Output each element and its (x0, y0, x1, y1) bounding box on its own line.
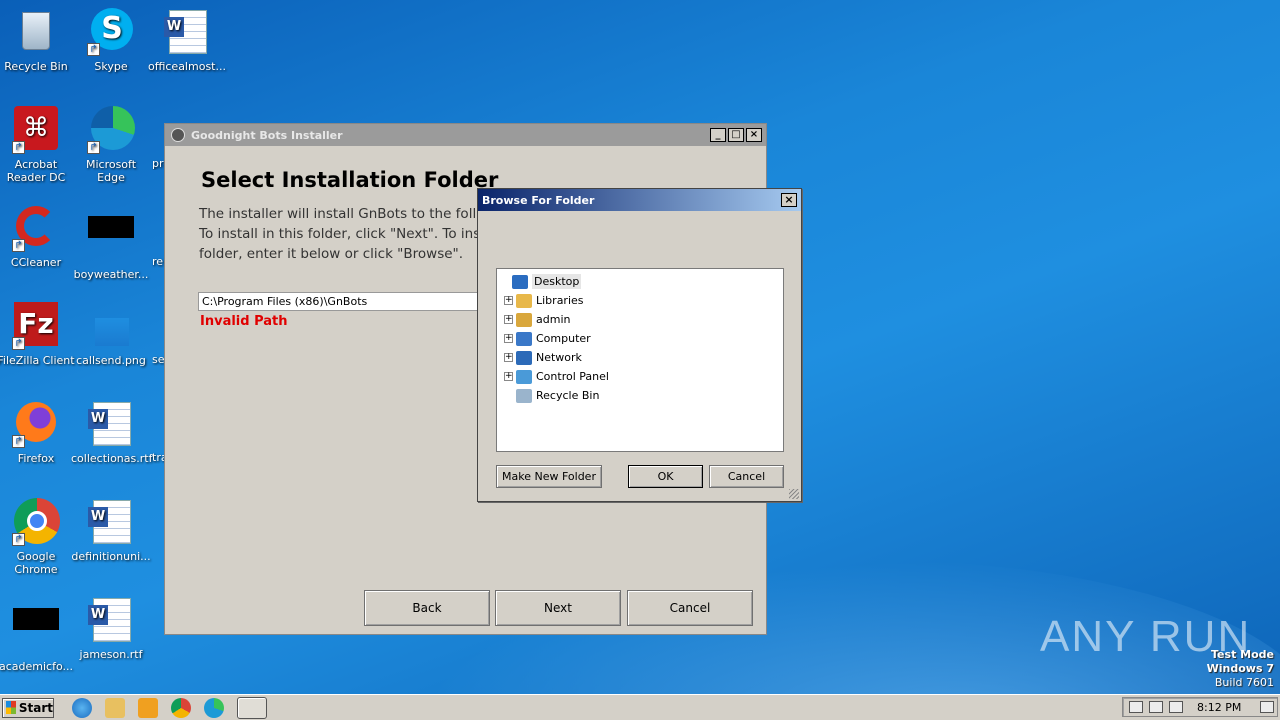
desktop-icon-recycle-bin[interactable]: Recycle Bin (0, 8, 76, 73)
word-document-icon: W (87, 400, 135, 448)
tree-item-libraries[interactable]: + Libraries (497, 291, 783, 310)
installer-titlebar[interactable]: Goodnight Bots Installer _ □ × (165, 124, 766, 146)
browse-titlebar[interactable]: Browse For Folder × (478, 189, 801, 211)
network-tray-icon[interactable] (1149, 701, 1163, 713)
desktop-icon-chrome[interactable]: ↱ Google Chrome (0, 498, 76, 576)
edge-icon: ↱ (87, 106, 135, 154)
desktop-icon-skype[interactable]: S ↱ Skype (71, 8, 151, 73)
black-thumbnail-icon (87, 216, 135, 264)
network-icon (516, 350, 532, 365)
firefox-icon: ↱ (12, 400, 60, 448)
volume-icon[interactable] (1129, 701, 1143, 713)
show-desktop-icon[interactable] (1260, 701, 1274, 713)
filezilla-icon: Fz ↱ (12, 302, 60, 350)
computer-icon (516, 331, 532, 346)
desktop-icon-acrobat[interactable]: ⌘ ↱ Acrobat Reader DC (0, 106, 76, 184)
folder-tree[interactable]: Desktop + Libraries + admin + Computer +… (496, 268, 784, 452)
expand-toggle[interactable]: + (504, 296, 513, 305)
expand-toggle[interactable]: + (504, 372, 513, 381)
control-panel-icon (516, 369, 532, 384)
taskbar: Start 8:12 PM (0, 694, 1280, 720)
browse-title: Browse For Folder (482, 193, 595, 207)
expand-toggle[interactable]: + (504, 334, 513, 343)
browse-close-button[interactable]: × (781, 193, 797, 207)
system-tray: 8:12 PM (1122, 697, 1278, 717)
chrome-icon: ↱ (12, 498, 60, 546)
desktop-icon-firefox[interactable]: ↱ Firefox (0, 400, 76, 465)
word-document-icon: W (87, 596, 135, 644)
next-button[interactable]: Next (495, 590, 621, 626)
windows-logo-icon (6, 701, 16, 714)
clock[interactable]: 8:12 PM (1197, 701, 1241, 714)
tree-item-admin[interactable]: + admin (497, 310, 783, 329)
desktop-icon-officealmost[interactable]: W officealmost... (147, 8, 227, 73)
tree-item-control-panel[interactable]: + Control Panel (497, 367, 783, 386)
expand-toggle[interactable]: + (504, 315, 513, 324)
desktop-icon-boyweather[interactable]: boyweather... (71, 204, 151, 281)
browse-cancel-button[interactable]: Cancel (709, 465, 784, 488)
chrome-taskbar-icon[interactable] (171, 697, 191, 718)
libraries-icon (516, 293, 532, 308)
explorer-taskbar-icon[interactable] (105, 697, 125, 718)
action-center-flag-icon[interactable] (1169, 701, 1183, 713)
start-button[interactable]: Start (2, 697, 54, 718)
install-path-input[interactable] (198, 292, 518, 311)
make-new-folder-button[interactable]: Make New Folder (496, 465, 602, 488)
installer-taskbar-button[interactable] (237, 696, 267, 719)
tree-item-computer[interactable]: + Computer (497, 329, 783, 348)
minimize-button[interactable]: _ (710, 128, 726, 142)
installer-title: Goodnight Bots Installer (191, 128, 343, 142)
recycle-bin-icon (12, 8, 60, 56)
cancel-button[interactable]: Cancel (627, 590, 753, 626)
desktop-icon-ccleaner[interactable]: ↱ CCleaner (0, 204, 76, 269)
resize-grip[interactable] (789, 489, 799, 499)
desktop-icon-collectionas[interactable]: W collectionas.rtf (71, 400, 152, 465)
invalid-path-error: Invalid Path (200, 314, 288, 329)
page-title: Select Installation Folder (201, 168, 499, 192)
ok-button[interactable]: OK (628, 465, 703, 488)
black-thumbnail-icon (12, 608, 60, 656)
recycle-bin-icon (516, 388, 532, 403)
user-folder-icon (516, 312, 532, 327)
back-button[interactable]: Back (364, 590, 490, 626)
acrobat-icon: ⌘ ↱ (12, 106, 60, 154)
desktop-icon-academicfo[interactable]: academicfo... (0, 596, 76, 673)
tree-item-desktop[interactable]: Desktop (497, 272, 783, 291)
word-document-icon: W (87, 498, 135, 546)
browse-folder-dialog: Browse For Folder × Desktop + Libraries … (477, 188, 802, 502)
desktop-icon-edge[interactable]: ↱ Microsoft Edge (71, 106, 151, 184)
desktop-icon (512, 274, 528, 289)
desktop-icon-jameson[interactable]: W jameson.rtf (71, 596, 151, 661)
desktop-icon-filezilla[interactable]: Fz ↱ FileZilla Client (0, 302, 76, 367)
ie-taskbar-icon[interactable] (72, 697, 92, 718)
tree-item-network[interactable]: + Network (497, 348, 783, 367)
image-file-icon (87, 302, 135, 350)
desktop-icon-definitionuni[interactable]: W definitionuni... (71, 498, 151, 563)
ccleaner-icon: ↱ (12, 204, 60, 252)
tree-item-recycle-bin[interactable]: Recycle Bin (497, 386, 783, 405)
desktop-icon-callsend[interactable]: callsend.png (71, 302, 151, 367)
media-player-taskbar-icon[interactable] (138, 697, 158, 718)
close-button[interactable]: × (746, 128, 762, 142)
app-logo-icon (171, 128, 185, 142)
word-document-icon: W (163, 8, 211, 56)
expand-toggle[interactable]: + (504, 353, 513, 362)
edge-taskbar-icon[interactable] (204, 697, 224, 718)
skype-icon: S ↱ (87, 8, 135, 56)
test-mode-watermark: Test Mode Windows 7 Build 7601 (1206, 648, 1274, 689)
maximize-button[interactable]: □ (728, 128, 744, 142)
